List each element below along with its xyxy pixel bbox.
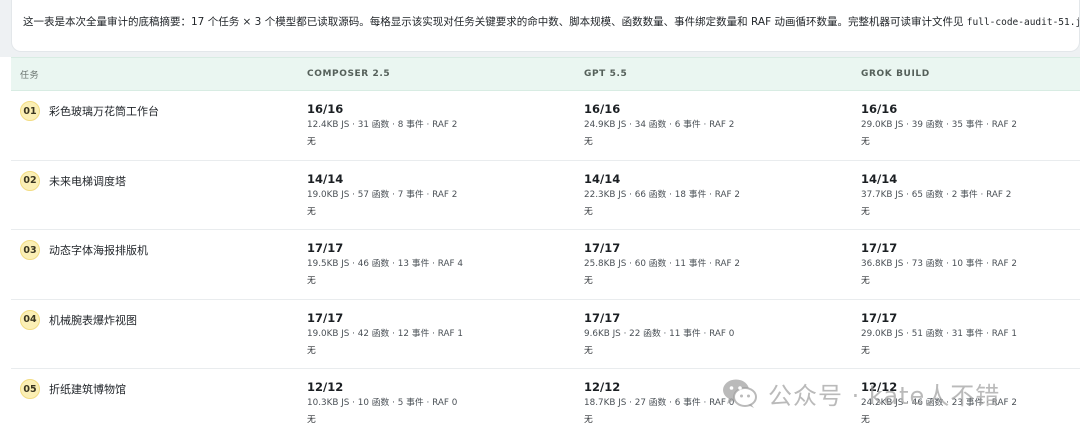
task-number-badge: 03 xyxy=(20,240,40,260)
score: 17/17 xyxy=(861,241,898,255)
score: 14/14 xyxy=(584,171,621,186)
task-name: 彩色玻璃万花筒工作台 xyxy=(49,105,159,118)
note: 无 xyxy=(861,137,870,147)
gpt-cell: 17/17 9.6KB JS · 22 函数 · 11 事件 · RAF 0 无 xyxy=(575,299,852,369)
table-row: 05 折纸建筑博物馆 12/12 10.3KB JS · 10 函数 · 5 事件 … xyxy=(11,369,1080,438)
stats: 18.7KB JS · 27 函数 · 6 事件 · RAF 0 xyxy=(584,398,735,408)
note: 无 xyxy=(584,415,593,425)
note: 无 xyxy=(861,206,870,217)
task-number-badge: 01 xyxy=(20,101,40,121)
score: 14/14 xyxy=(307,171,344,186)
composer-cell: 14/14 19.0KB JS · 57 函数 · 7 事件 · RAF 2 无 xyxy=(298,160,575,230)
stats: 9.6KB JS · 22 函数 · 11 事件 · RAF 0 xyxy=(584,328,735,339)
score: 17/17 xyxy=(307,310,344,325)
stats: 36.8KB JS · 73 函数 · 10 事件 · RAF 2 xyxy=(861,259,1017,269)
note: 无 xyxy=(861,345,870,356)
score: 12/12 xyxy=(584,380,621,394)
note: 无 xyxy=(584,137,593,147)
task-cell: 03 动态字体海报排版机 xyxy=(11,230,298,300)
task-name: 机械腕表爆炸视图 xyxy=(49,313,137,327)
task-number-badge: 05 xyxy=(20,379,40,399)
task-cell: 05 折纸建筑博物馆 xyxy=(11,369,298,438)
grok-cell: 16/16 29.0KB JS · 39 函数 · 35 事件 · RAF 2 无 xyxy=(852,91,1080,161)
grok-cell: 17/17 36.8KB JS · 73 函数 · 10 事件 · RAF 2 无 xyxy=(852,230,1080,300)
score: 16/16 xyxy=(307,102,344,116)
stats: 12.4KB JS · 31 函数 · 8 事件 · RAF 2 xyxy=(307,120,458,130)
stats: 19.0KB JS · 42 函数 · 12 事件 · RAF 1 xyxy=(307,328,463,339)
score: 17/17 xyxy=(861,310,898,325)
stats: 19.5KB JS · 46 函数 · 13 事件 · RAF 4 xyxy=(307,259,463,269)
score: 16/16 xyxy=(584,102,621,116)
stats: 25.8KB JS · 60 函数 · 11 事件 · RAF 2 xyxy=(584,259,740,269)
stats: 29.0KB JS · 51 函数 · 31 事件 · RAF 1 xyxy=(861,328,1017,339)
header-grok: GROK BUILD xyxy=(852,57,1080,91)
task-name: 动态字体海报排版机 xyxy=(49,244,148,257)
stats: 19.0KB JS · 57 函数 · 7 事件 · RAF 2 xyxy=(307,189,458,200)
note: 无 xyxy=(584,276,593,286)
table-header: 任务 COMPOSER 2.5 GPT 5.5 GROK BUILD xyxy=(11,57,1080,91)
task-cell: 01 彩色玻璃万花筒工作台 xyxy=(11,91,298,161)
stats: 37.7KB JS · 65 函数 · 2 事件 · RAF 2 xyxy=(861,189,1012,200)
header-row: 任务 COMPOSER 2.5 GPT 5.5 GROK BUILD xyxy=(11,57,1080,91)
stats: 22.3KB JS · 66 函数 · 18 事件 · RAF 2 xyxy=(584,189,740,200)
task-number-badge: 02 xyxy=(20,170,40,191)
score: 17/17 xyxy=(584,241,621,255)
header-gpt: GPT 5.5 xyxy=(575,57,852,91)
score: 12/12 xyxy=(861,380,898,394)
composer-cell: 12/12 10.3KB JS · 10 函数 · 5 事件 · RAF 0 无 xyxy=(298,369,575,438)
note: 无 xyxy=(861,276,870,286)
stats: 29.0KB JS · 39 函数 · 35 事件 · RAF 2 xyxy=(861,120,1017,130)
stats: 24.2KB JS · 46 函数 · 23 事件 · RAF 2 xyxy=(861,398,1017,408)
score: 17/17 xyxy=(584,310,621,325)
note: 无 xyxy=(307,276,316,286)
task-number-badge: 04 xyxy=(20,309,40,330)
gpt-cell: 16/16 24.9KB JS · 34 函数 · 6 事件 · RAF 2 无 xyxy=(575,91,852,161)
note: 无 xyxy=(861,415,870,425)
note: 无 xyxy=(307,137,316,147)
table-row: 04 机械腕表爆炸视图 17/17 19.0KB JS · 42 函数 · 12 事… xyxy=(11,299,1080,369)
composer-cell: 16/16 12.4KB JS · 31 函数 · 8 事件 · RAF 2 无 xyxy=(298,91,575,161)
note: 无 xyxy=(307,415,316,425)
task-cell: 02 未来电梯调度塔 xyxy=(11,160,298,230)
table-row: 02 未来电梯调度塔 14/14 19.0KB JS · 57 函数 · 7 事件 … xyxy=(11,160,1080,230)
gpt-cell: 14/14 22.3KB JS · 66 函数 · 18 事件 · RAF 2 无 xyxy=(575,160,852,230)
header-task: 任务 xyxy=(11,57,298,91)
summary-card: 这一表是本次全量审计的底稿摘要：17 个任务 × 3 个模型都已读取源码。每格显… xyxy=(11,0,1080,52)
header-composer: COMPOSER 2.5 xyxy=(298,57,575,91)
task-name: 折纸建筑博物馆 xyxy=(49,383,126,396)
grok-cell: 14/14 37.7KB JS · 65 函数 · 2 事件 · RAF 2 无 xyxy=(852,160,1080,230)
task-name: 未来电梯调度塔 xyxy=(49,174,126,188)
table-row: 01 彩色玻璃万花筒工作台 16/16 12.4KB JS · 31 函数 · 8 … xyxy=(11,91,1080,161)
audit-table: 任务 COMPOSER 2.5 GPT 5.5 GROK BUILD 01 彩色玻… xyxy=(11,57,1080,438)
note: 无 xyxy=(307,345,316,356)
grok-cell: 12/12 24.2KB JS · 46 函数 · 23 事件 · RAF 2 无 xyxy=(852,369,1080,438)
score: 17/17 xyxy=(307,241,344,255)
composer-cell: 17/17 19.5KB JS · 46 函数 · 13 事件 · RAF 4 无 xyxy=(298,230,575,300)
task-cell: 04 机械腕表爆炸视图 xyxy=(11,299,298,369)
score: 14/14 xyxy=(861,171,898,186)
audit-file-name: full-code-audit-51.json xyxy=(966,17,1080,28)
gpt-cell: 12/12 18.7KB JS · 27 函数 · 6 事件 · RAF 0 无 xyxy=(575,369,852,438)
table-row: 03 动态字体海报排版机 17/17 19.5KB JS · 46 函数 · 13 … xyxy=(11,230,1080,300)
gpt-cell: 17/17 25.8KB JS · 60 函数 · 11 事件 · RAF 2 无 xyxy=(575,230,852,300)
summary-text: 这一表是本次全量审计的底稿摘要：17 个任务 × 3 个模型都已读取源码。每格显… xyxy=(23,16,967,28)
note: 无 xyxy=(307,206,316,217)
note: 无 xyxy=(584,345,593,356)
stats: 24.9KB JS · 34 函数 · 6 事件 · RAF 2 xyxy=(584,120,735,130)
grok-cell: 17/17 29.0KB JS · 51 函数 · 31 事件 · RAF 1 无 xyxy=(852,299,1080,369)
score: 16/16 xyxy=(861,102,898,116)
stats: 10.3KB JS · 10 函数 · 5 事件 · RAF 0 xyxy=(307,398,458,408)
composer-cell: 17/17 19.0KB JS · 42 函数 · 12 事件 · RAF 1 无 xyxy=(298,299,575,369)
score: 12/12 xyxy=(307,380,344,394)
note: 无 xyxy=(584,206,593,217)
